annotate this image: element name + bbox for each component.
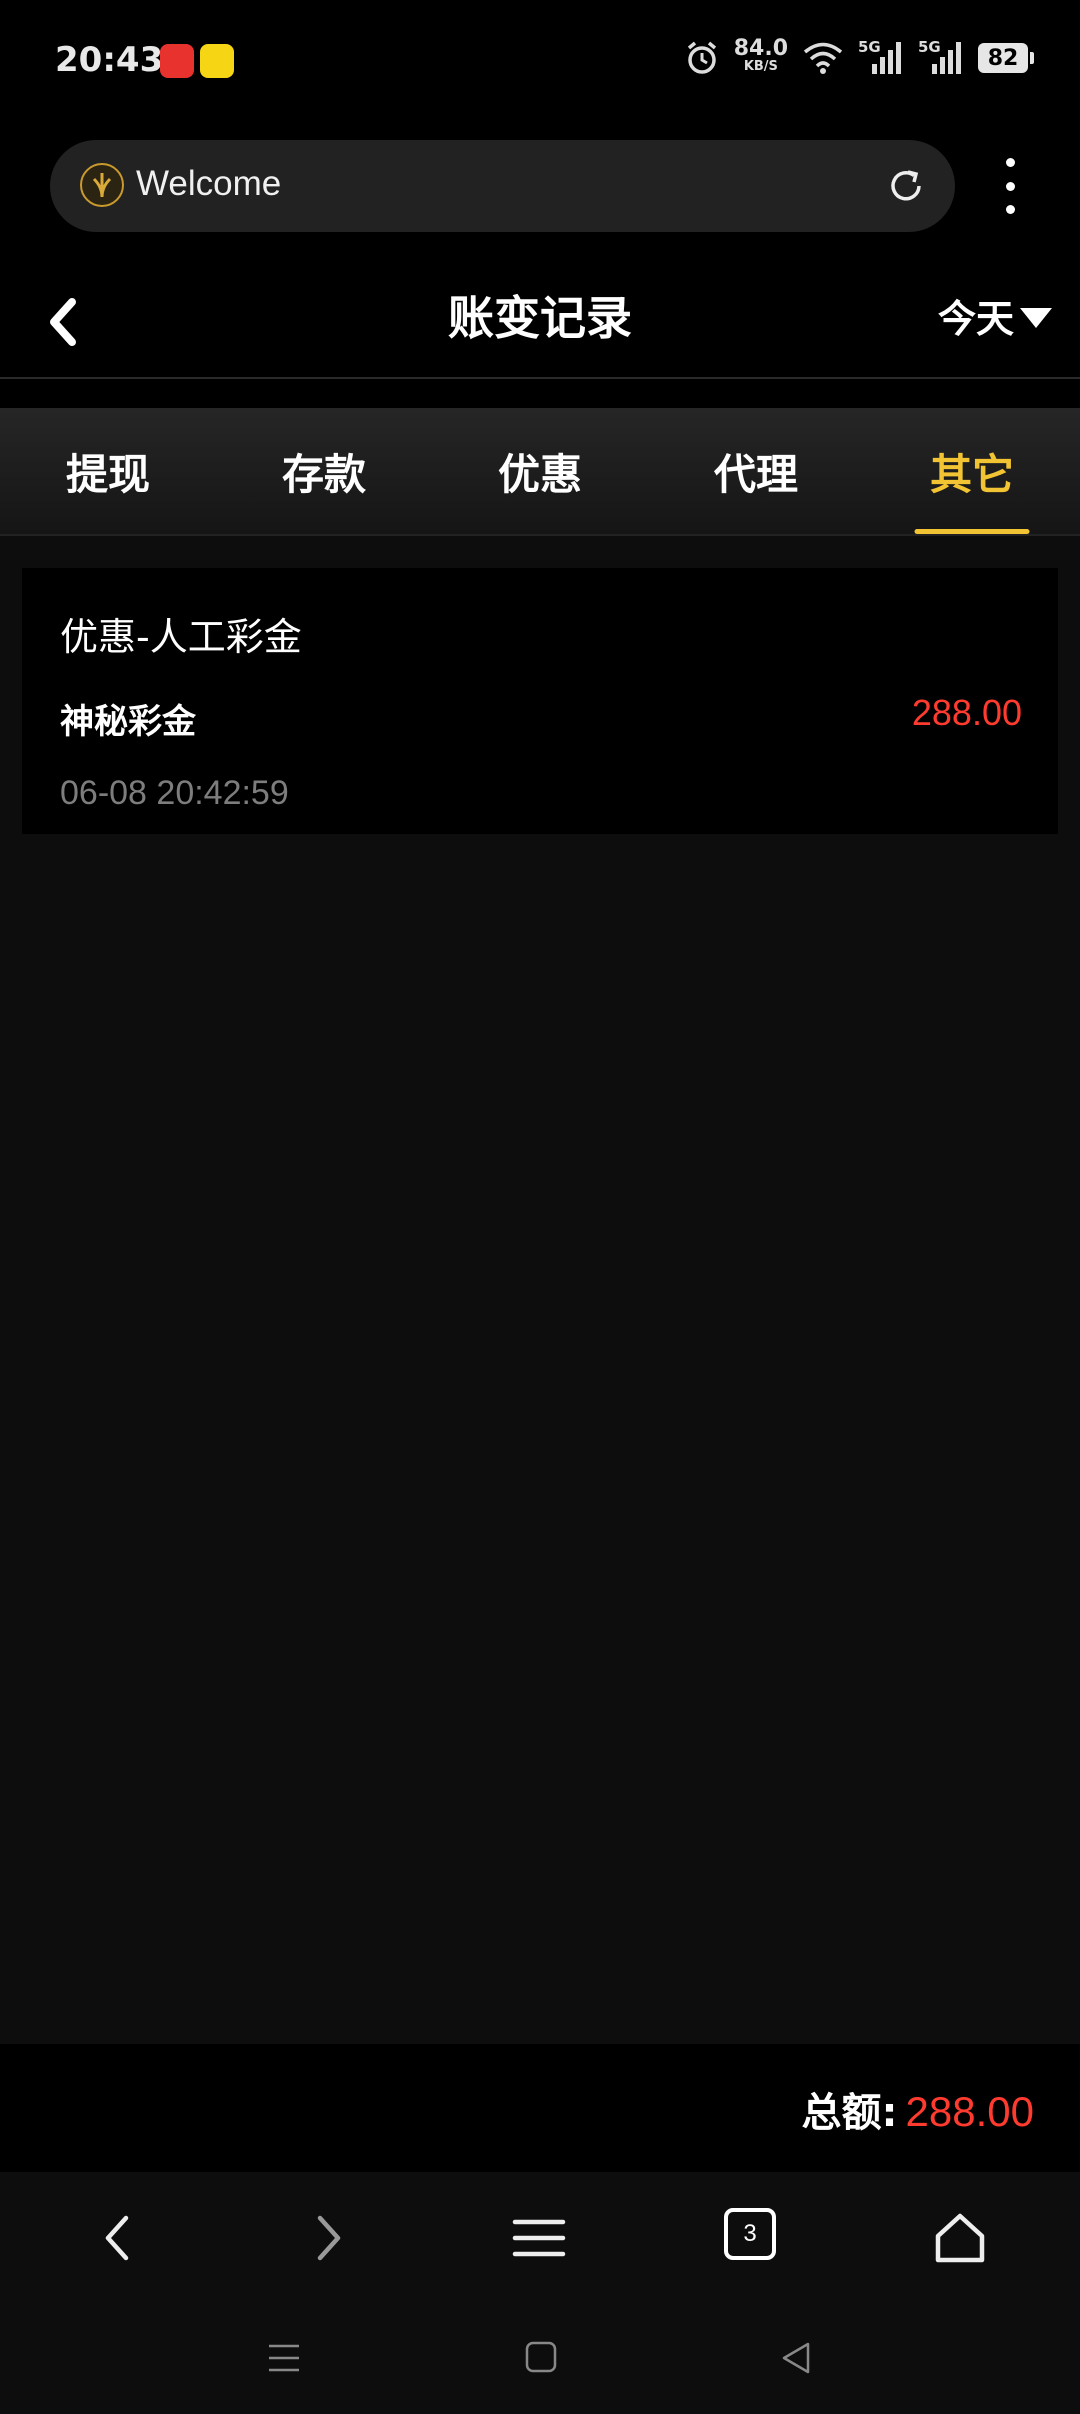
list-item[interactable]: 优惠-人工彩金 神秘彩金 288.00 06-08 20:42:59 bbox=[22, 568, 1058, 834]
status-time: 20:43 bbox=[55, 40, 164, 80]
record-timestamp: 06-08 20:42:59 bbox=[60, 774, 289, 812]
date-filter-label: 今天 bbox=[937, 297, 1014, 341]
record-tabs: 提现 存款 优惠 代理 其它 bbox=[0, 408, 1080, 534]
system-navigation-bar bbox=[0, 2302, 1080, 2414]
date-filter-dropdown[interactable]: 今天 bbox=[938, 288, 1052, 343]
record-description: 神秘彩金 bbox=[60, 702, 196, 742]
page-title: 账变记录 bbox=[448, 291, 632, 345]
divider bbox=[0, 377, 1080, 379]
browser-forward-icon[interactable] bbox=[298, 2208, 358, 2268]
wifi-icon bbox=[803, 42, 843, 74]
browser-toolbar: 3 bbox=[0, 2172, 1080, 2302]
status-bar: 20:43 84.0 KB/S 5G 5G 82 bbox=[0, 0, 1080, 125]
tab-deposit[interactable]: 存款 bbox=[216, 408, 432, 534]
total-bar: 总额: 288.00 bbox=[0, 2044, 1080, 2172]
recent-apps-icon[interactable] bbox=[266, 2340, 302, 2376]
network-speed: 84.0 KB/S bbox=[733, 36, 788, 75]
tab-switcher-button[interactable]: 3 bbox=[724, 2208, 776, 2260]
url-bar[interactable]: Welcome bbox=[50, 140, 955, 232]
menu-icon[interactable] bbox=[509, 2208, 569, 2268]
alarm-icon bbox=[687, 41, 716, 74]
home-icon[interactable] bbox=[930, 2208, 990, 2268]
record-list: 优惠-人工彩金 神秘彩金 288.00 06-08 20:42:59 bbox=[0, 536, 1080, 2044]
app-notification-icon bbox=[200, 44, 234, 78]
record-category: 优惠-人工彩金 bbox=[60, 615, 302, 659]
total-summary: 总额: 288.00 bbox=[802, 2080, 1034, 2138]
record-amount: 288.00 bbox=[911, 692, 1022, 733]
status-icons: 84.0 KB/S 5G 5G 82 bbox=[684, 36, 1034, 76]
url-text: Welcome bbox=[136, 164, 282, 203]
total-label: 总额: bbox=[801, 2090, 898, 2136]
dropdown-triangle-icon bbox=[1020, 307, 1052, 328]
cellular-signal-icon: 5G bbox=[858, 38, 904, 76]
system-home-icon[interactable] bbox=[524, 2340, 558, 2374]
tab-other[interactable]: 其它 bbox=[864, 408, 1080, 534]
tab-agent[interactable]: 代理 bbox=[648, 408, 864, 534]
tab-promotion[interactable]: 优惠 bbox=[432, 408, 648, 534]
total-value: 288.00 bbox=[905, 2088, 1034, 2135]
system-back-icon[interactable] bbox=[778, 2340, 814, 2376]
battery-icon: 82 bbox=[978, 43, 1034, 73]
site-logo-icon bbox=[80, 163, 124, 207]
more-menu-icon[interactable] bbox=[990, 158, 1030, 214]
tab-withdraw[interactable]: 提现 bbox=[0, 408, 216, 534]
cellular-signal-icon: 5G bbox=[918, 38, 964, 76]
reload-icon[interactable] bbox=[884, 164, 928, 208]
app-notification-icon bbox=[160, 44, 194, 78]
browser-back-icon[interactable] bbox=[88, 2208, 148, 2268]
